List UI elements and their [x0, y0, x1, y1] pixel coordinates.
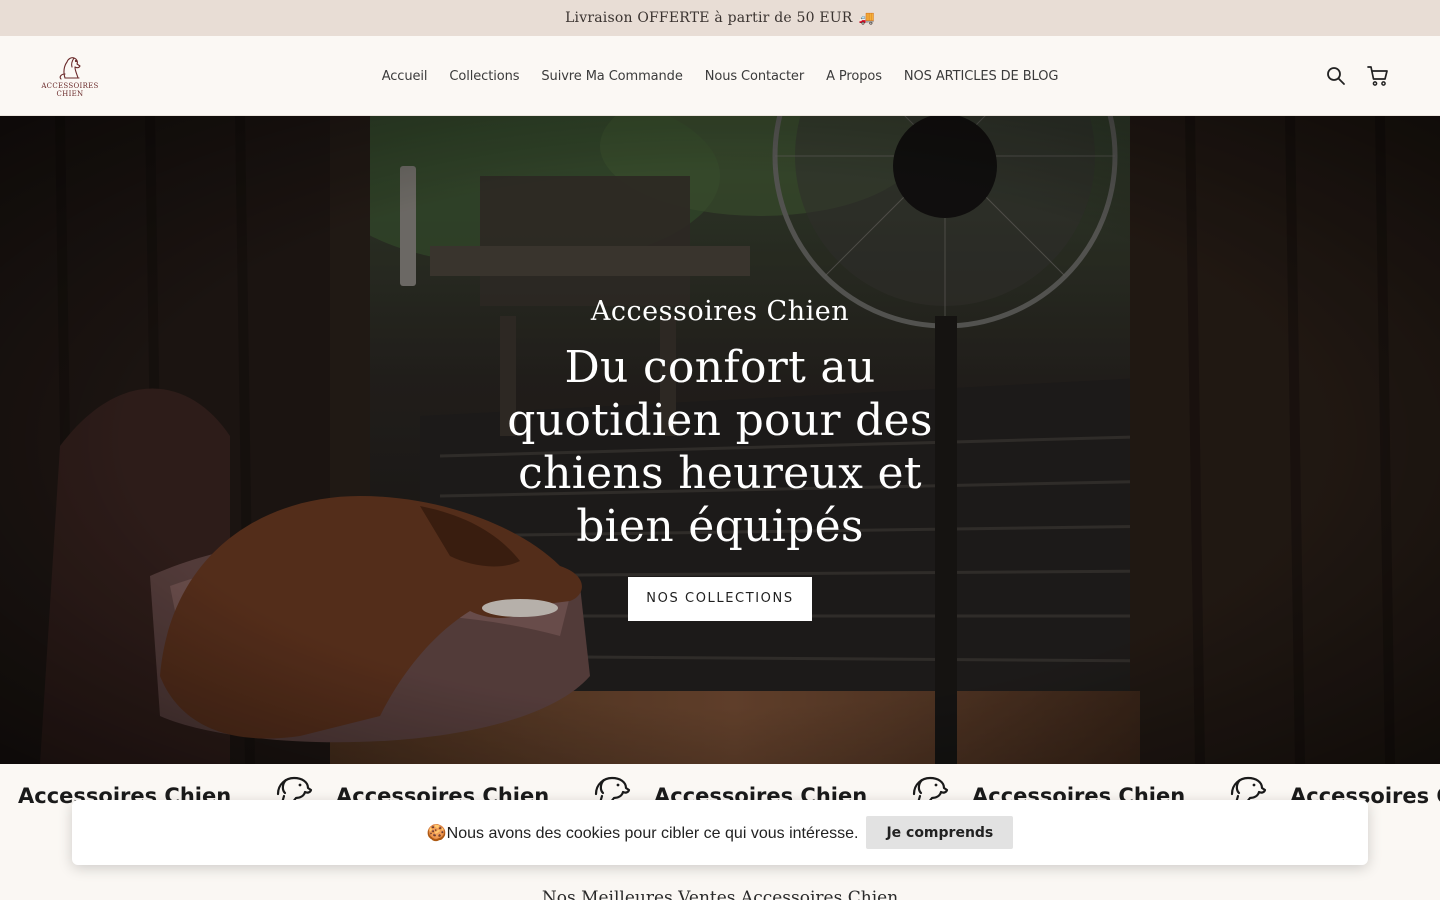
main-nav: Accueil Collections Suivre Ma Commande N… — [0, 36, 1440, 116]
nav-collections[interactable]: Collections — [438, 69, 530, 84]
announcement-text: Livraison OFFERTE à partir de 50 EUR — [565, 10, 853, 26]
dog-logo-icon — [59, 57, 81, 80]
cookie-icon: 🍪 — [426, 824, 447, 842]
cookie-text: Nous avons des cookies pour cibler ce qu… — [446, 824, 859, 842]
nav-a-propos[interactable]: A Propos — [815, 69, 893, 84]
hero-title: Du confort au quotidien pour des chiens … — [507, 342, 933, 552]
truck-icon: 🚚 — [858, 10, 875, 26]
best-sellers-title: Nos Meilleures Ventes Accessoires Chien — [541, 888, 899, 900]
nav-accueil[interactable]: Accueil — [371, 69, 439, 84]
cart-icon[interactable] — [1366, 64, 1390, 88]
accept-cookies-button[interactable]: Je comprends — [866, 816, 1014, 849]
logo-line-1: ACCESSOIRES — [41, 82, 99, 90]
hero-content: Accessoires Chien Du confort au quotidie… — [470, 296, 970, 621]
nav-blog[interactable]: NOS ARTICLES DE BLOG — [893, 69, 1069, 84]
logo-line-2: CHIEN — [56, 90, 84, 98]
hero-banner: Accessoires Chien Du confort au quotidie… — [0, 116, 1440, 764]
nos-collections-button[interactable]: NOS COLLECTIONS — [628, 577, 812, 621]
nav-suivre-commande[interactable]: Suivre Ma Commande — [530, 69, 693, 84]
announcement-bar: Livraison OFFERTE à partir de 50 EUR 🚚 — [0, 0, 1440, 36]
search-icon[interactable] — [1324, 64, 1348, 88]
site-logo[interactable]: ACCESSOIRES CHIEN — [40, 52, 100, 100]
cookie-banner: 🍪Nous avons des cookies pour cibler ce q… — [72, 800, 1368, 865]
cookie-message: 🍪Nous avons des cookies pour cibler ce q… — [427, 823, 859, 843]
hero-subtitle: Accessoires Chien — [590, 296, 850, 327]
site-header: ACCESSOIRES CHIEN Accueil Collections Su… — [0, 36, 1440, 116]
header-actions — [1324, 64, 1390, 88]
nav-nous-contacter[interactable]: Nous Contacter — [694, 69, 815, 84]
